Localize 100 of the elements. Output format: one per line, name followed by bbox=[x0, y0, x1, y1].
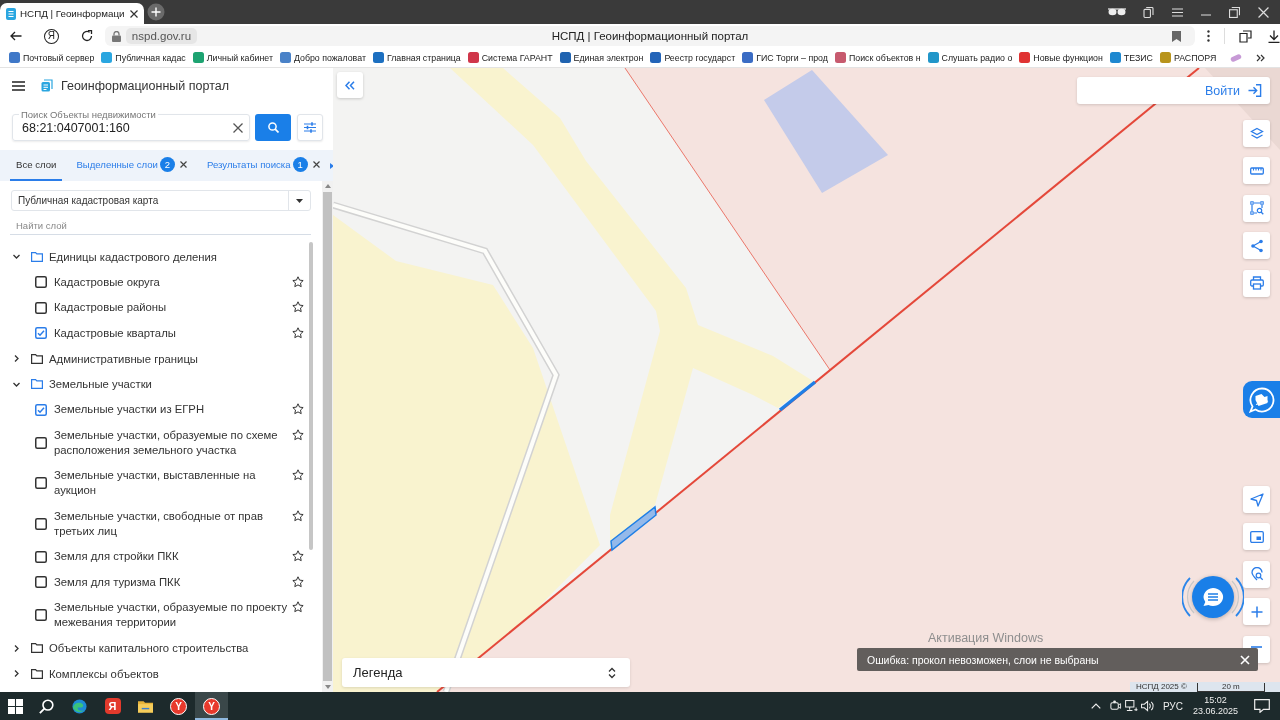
bookmark-link[interactable]: Система ГАРАНТ bbox=[467, 52, 553, 63]
browser-tab[interactable]: НСПД | Геоинформаци bbox=[0, 3, 145, 24]
scrollbar-thumb[interactable] bbox=[309, 242, 313, 550]
navigation-arrow-button[interactable] bbox=[1243, 486, 1270, 513]
layer-label[interactable]: Кадастровые кварталы bbox=[54, 325, 292, 341]
notification-icon[interactable] bbox=[1254, 699, 1270, 713]
layer-label[interactable]: Земельные участки, свободные от прав третьих лиц bbox=[54, 508, 292, 539]
taskbar-app-button[interactable]: Y bbox=[162, 692, 195, 720]
bookmark-link[interactable]: Личный кабинет bbox=[192, 52, 273, 63]
lock-icon[interactable] bbox=[111, 30, 121, 42]
scroll-up-icon[interactable] bbox=[324, 184, 331, 188]
star-icon[interactable] bbox=[292, 575, 304, 588]
bookmark-link[interactable]: РАСПОРЯ bbox=[1159, 52, 1217, 63]
minimap-button[interactable] bbox=[1243, 523, 1270, 551]
checkbox[interactable] bbox=[35, 609, 47, 622]
checkbox[interactable] bbox=[35, 276, 47, 289]
checkbox[interactable] bbox=[35, 477, 47, 490]
clock[interactable]: 15:02 23.06.2025 bbox=[1192, 695, 1238, 717]
sidebar-panel-icon[interactable] bbox=[1239, 29, 1252, 43]
clear-icon[interactable] bbox=[233, 123, 243, 133]
bookmark-link[interactable]: Добро пожаловат bbox=[279, 52, 366, 63]
share-button[interactable] bbox=[1243, 232, 1270, 260]
chevron-icon[interactable] bbox=[13, 355, 20, 363]
layer-group[interactable]: Единицы кадастрового деления bbox=[0, 244, 307, 270]
layers-tab[interactable]: Выделенные слои 2 bbox=[70, 150, 193, 181]
zoom-in-button[interactable] bbox=[1243, 598, 1270, 626]
close-icon[interactable] bbox=[130, 9, 139, 18]
layer-group[interactable]: Комплексы объектов bbox=[0, 661, 307, 687]
layers-button[interactable] bbox=[1243, 120, 1270, 147]
checkbox[interactable] bbox=[35, 436, 47, 449]
printer-button[interactable] bbox=[1243, 269, 1270, 297]
location-search-button[interactable] bbox=[1243, 560, 1270, 588]
scrollbar-thumb[interactable] bbox=[323, 192, 332, 681]
input-language[interactable]: РУС bbox=[1162, 700, 1183, 712]
area-select-button[interactable] bbox=[1243, 194, 1270, 222]
url-text[interactable]: nspd.gov.ru bbox=[125, 28, 198, 44]
glasses-icon[interactable] bbox=[1108, 8, 1126, 16]
layer-label[interactable]: Земельные участки из ЕГРН bbox=[54, 402, 292, 418]
star-icon[interactable] bbox=[292, 301, 304, 314]
bookmark-link[interactable]: Главная страница bbox=[372, 52, 461, 63]
download-icon[interactable] bbox=[1268, 29, 1280, 43]
close-icon[interactable] bbox=[312, 161, 320, 168]
checkbox[interactable] bbox=[35, 517, 47, 530]
chevron-icon[interactable] bbox=[13, 670, 20, 678]
bookmark-link[interactable]: ГИС Торги – прод bbox=[742, 52, 828, 63]
panel-tab[interactable] bbox=[1243, 381, 1280, 418]
layer-label[interactable]: Кадастровые округа bbox=[54, 274, 292, 290]
bookmark-link[interactable]: ТЕЗИС bbox=[1109, 52, 1153, 63]
bookmark-link[interactable]: Новые функцион bbox=[1019, 52, 1103, 63]
legend-button[interactable]: Легенда bbox=[342, 658, 630, 687]
double-chevron-icon[interactable] bbox=[1256, 53, 1266, 62]
layer-label[interactable]: Земля для туризма ПКК bbox=[54, 574, 292, 590]
basemap-dropdown[interactable]: Публичная кадастровая карта bbox=[11, 190, 311, 211]
chevron-icon[interactable] bbox=[13, 380, 20, 388]
restore-icon[interactable] bbox=[1229, 6, 1240, 18]
bookmark-link[interactable]: Поиск объектов н bbox=[834, 52, 921, 63]
checkbox[interactable] bbox=[35, 576, 47, 589]
bookmark-link[interactable]: Публичная кадас bbox=[101, 52, 186, 63]
chevron-icon[interactable] bbox=[13, 644, 20, 652]
star-icon[interactable] bbox=[292, 550, 304, 563]
close-icon[interactable] bbox=[179, 161, 187, 168]
bookmark-link[interactable]: Реестр государст bbox=[650, 52, 736, 63]
menu-icon[interactable] bbox=[12, 80, 25, 91]
layer-search-field[interactable]: Найти слой bbox=[10, 219, 311, 235]
taskbar-app-button[interactable]: Y bbox=[195, 692, 228, 720]
tabs-list-icon[interactable] bbox=[1143, 6, 1154, 18]
checkbox[interactable] bbox=[35, 550, 47, 563]
back-arrow-icon[interactable] bbox=[10, 31, 22, 41]
layer-label[interactable]: Земля для стройки ПКК bbox=[54, 549, 292, 565]
speaker-icon[interactable] bbox=[1140, 700, 1154, 712]
ruler-button[interactable] bbox=[1243, 157, 1270, 185]
layer-group[interactable]: Административные границы bbox=[0, 346, 307, 372]
star-icon[interactable] bbox=[292, 275, 304, 288]
layers-tab[interactable]: Результаты поиска 1 bbox=[200, 150, 326, 181]
bookmark-link[interactable]: Единая электрон bbox=[559, 52, 644, 63]
star-icon[interactable] bbox=[292, 469, 304, 482]
checkbox[interactable] bbox=[35, 301, 47, 314]
bookmark-icon[interactable] bbox=[1172, 30, 1182, 42]
layer-label[interactable]: Земельные участки, образуемые по схеме расположения земельного участка bbox=[54, 427, 292, 458]
meeting-icon[interactable] bbox=[1108, 700, 1122, 712]
network-icon[interactable] bbox=[1124, 700, 1138, 712]
bookmark-link[interactable]: Слушать радио о bbox=[927, 52, 1013, 63]
chevron-icon[interactable] bbox=[13, 253, 20, 261]
star-icon[interactable] bbox=[292, 326, 304, 339]
collapse-panel-button[interactable] bbox=[337, 72, 363, 98]
checkbox[interactable] bbox=[35, 327, 47, 340]
layer-label[interactable]: Земельные участки, выставленные на аукцион bbox=[54, 468, 292, 499]
chevron-up-icon[interactable] bbox=[1090, 703, 1101, 709]
star-icon[interactable] bbox=[292, 403, 304, 416]
login-button[interactable]: Войти bbox=[1077, 77, 1270, 104]
star-icon[interactable] bbox=[292, 428, 304, 441]
layer-label[interactable]: Кадастровые районы bbox=[54, 300, 292, 316]
more-options-icon[interactable] bbox=[1207, 30, 1210, 42]
star-icon[interactable] bbox=[292, 509, 304, 522]
bookmark-link[interactable]: Почтовый сервер bbox=[9, 52, 95, 63]
layer-group[interactable]: Объекты капитального строительства bbox=[0, 635, 307, 661]
reload-icon[interactable] bbox=[80, 30, 93, 42]
filter-button[interactable] bbox=[297, 114, 323, 141]
layers-tab[interactable]: Все слои bbox=[10, 150, 63, 181]
new-tab-icon[interactable] bbox=[147, 3, 166, 21]
